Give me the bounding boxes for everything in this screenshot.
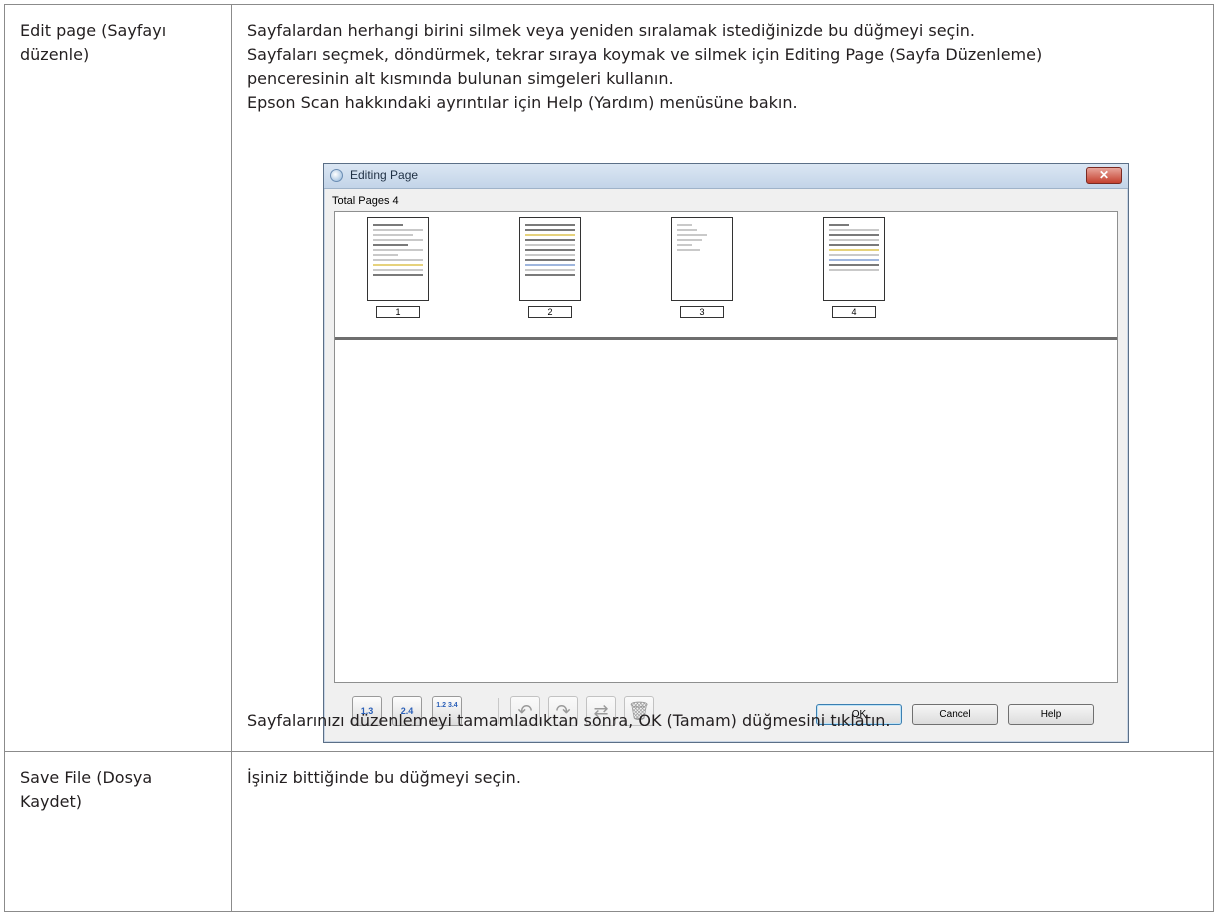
dialog-titlebar: Editing Page ✕ [324, 164, 1128, 189]
page-preview [829, 224, 879, 295]
column-divider [231, 752, 232, 911]
app-icon [330, 169, 343, 182]
close-icon: ✕ [1098, 168, 1110, 182]
row-label: Edit page (Sayfayı düzenle) [20, 19, 220, 67]
description-line: İşiniz bittiğinde bu düğmeyi seçin. [247, 768, 521, 787]
description-line: Epson Scan hakkındaki ayrıntılar için He… [247, 93, 798, 112]
table-row-save-file: Save File (Dosya Kaydet) İşiniz bittiğin… [5, 752, 1213, 911]
page-number: 3 [680, 306, 724, 318]
dialog-title: Editing Page [350, 168, 419, 182]
description-line: penceresinin alt kısmında bulunan simgel… [247, 69, 674, 88]
description-line: Sayfaları seçmek, döndürmek, tekrar sıra… [247, 45, 1043, 64]
page-preview [677, 224, 727, 295]
row-label-line: Save File (Dosya [20, 768, 153, 787]
conclusion-text: Sayfalarınızı düzenlemeyi tamamladıktan … [247, 711, 891, 730]
panel-divider [335, 337, 1117, 340]
description-line: Sayfalardan herhangi birini silmek veya … [247, 21, 975, 40]
page-number: 4 [832, 306, 876, 318]
thumbnail-panel[interactable]: 1 2 3 4 [334, 211, 1118, 683]
row-label-line: düzenle) [20, 45, 90, 64]
cancel-button[interactable]: Cancel [912, 704, 998, 725]
page-thumbnail[interactable] [519, 217, 581, 301]
page-preview [373, 224, 423, 295]
page-number: 2 [528, 306, 572, 318]
column-divider [231, 5, 232, 751]
page-preview [525, 224, 575, 295]
page-number: 1 [376, 306, 420, 318]
table-row-edit-page: Edit page (Sayfayı düzenle) Sayfalardan … [5, 5, 1213, 752]
page-thumbnail[interactable] [671, 217, 733, 301]
row-description: İşiniz bittiğinde bu düğmeyi seçin. [247, 766, 1207, 790]
row-label-line: Edit page (Sayfayı [20, 21, 167, 40]
row-label: Save File (Dosya Kaydet) [20, 766, 220, 814]
page-thumbnail[interactable] [823, 217, 885, 301]
editing-page-dialog: Editing Page ✕ Total Pages 4 1 2 3 4 1.3… [323, 163, 1129, 743]
close-button[interactable]: ✕ [1086, 167, 1122, 184]
document-table: Edit page (Sayfayı düzenle) Sayfalardan … [4, 4, 1214, 912]
row-description: Sayfalardan herhangi birini silmek veya … [247, 19, 1207, 115]
help-button[interactable]: Help [1008, 704, 1094, 725]
row-label-line: Kaydet) [20, 792, 82, 811]
page-thumbnail[interactable] [367, 217, 429, 301]
total-pages-label: Total Pages 4 [332, 195, 399, 207]
